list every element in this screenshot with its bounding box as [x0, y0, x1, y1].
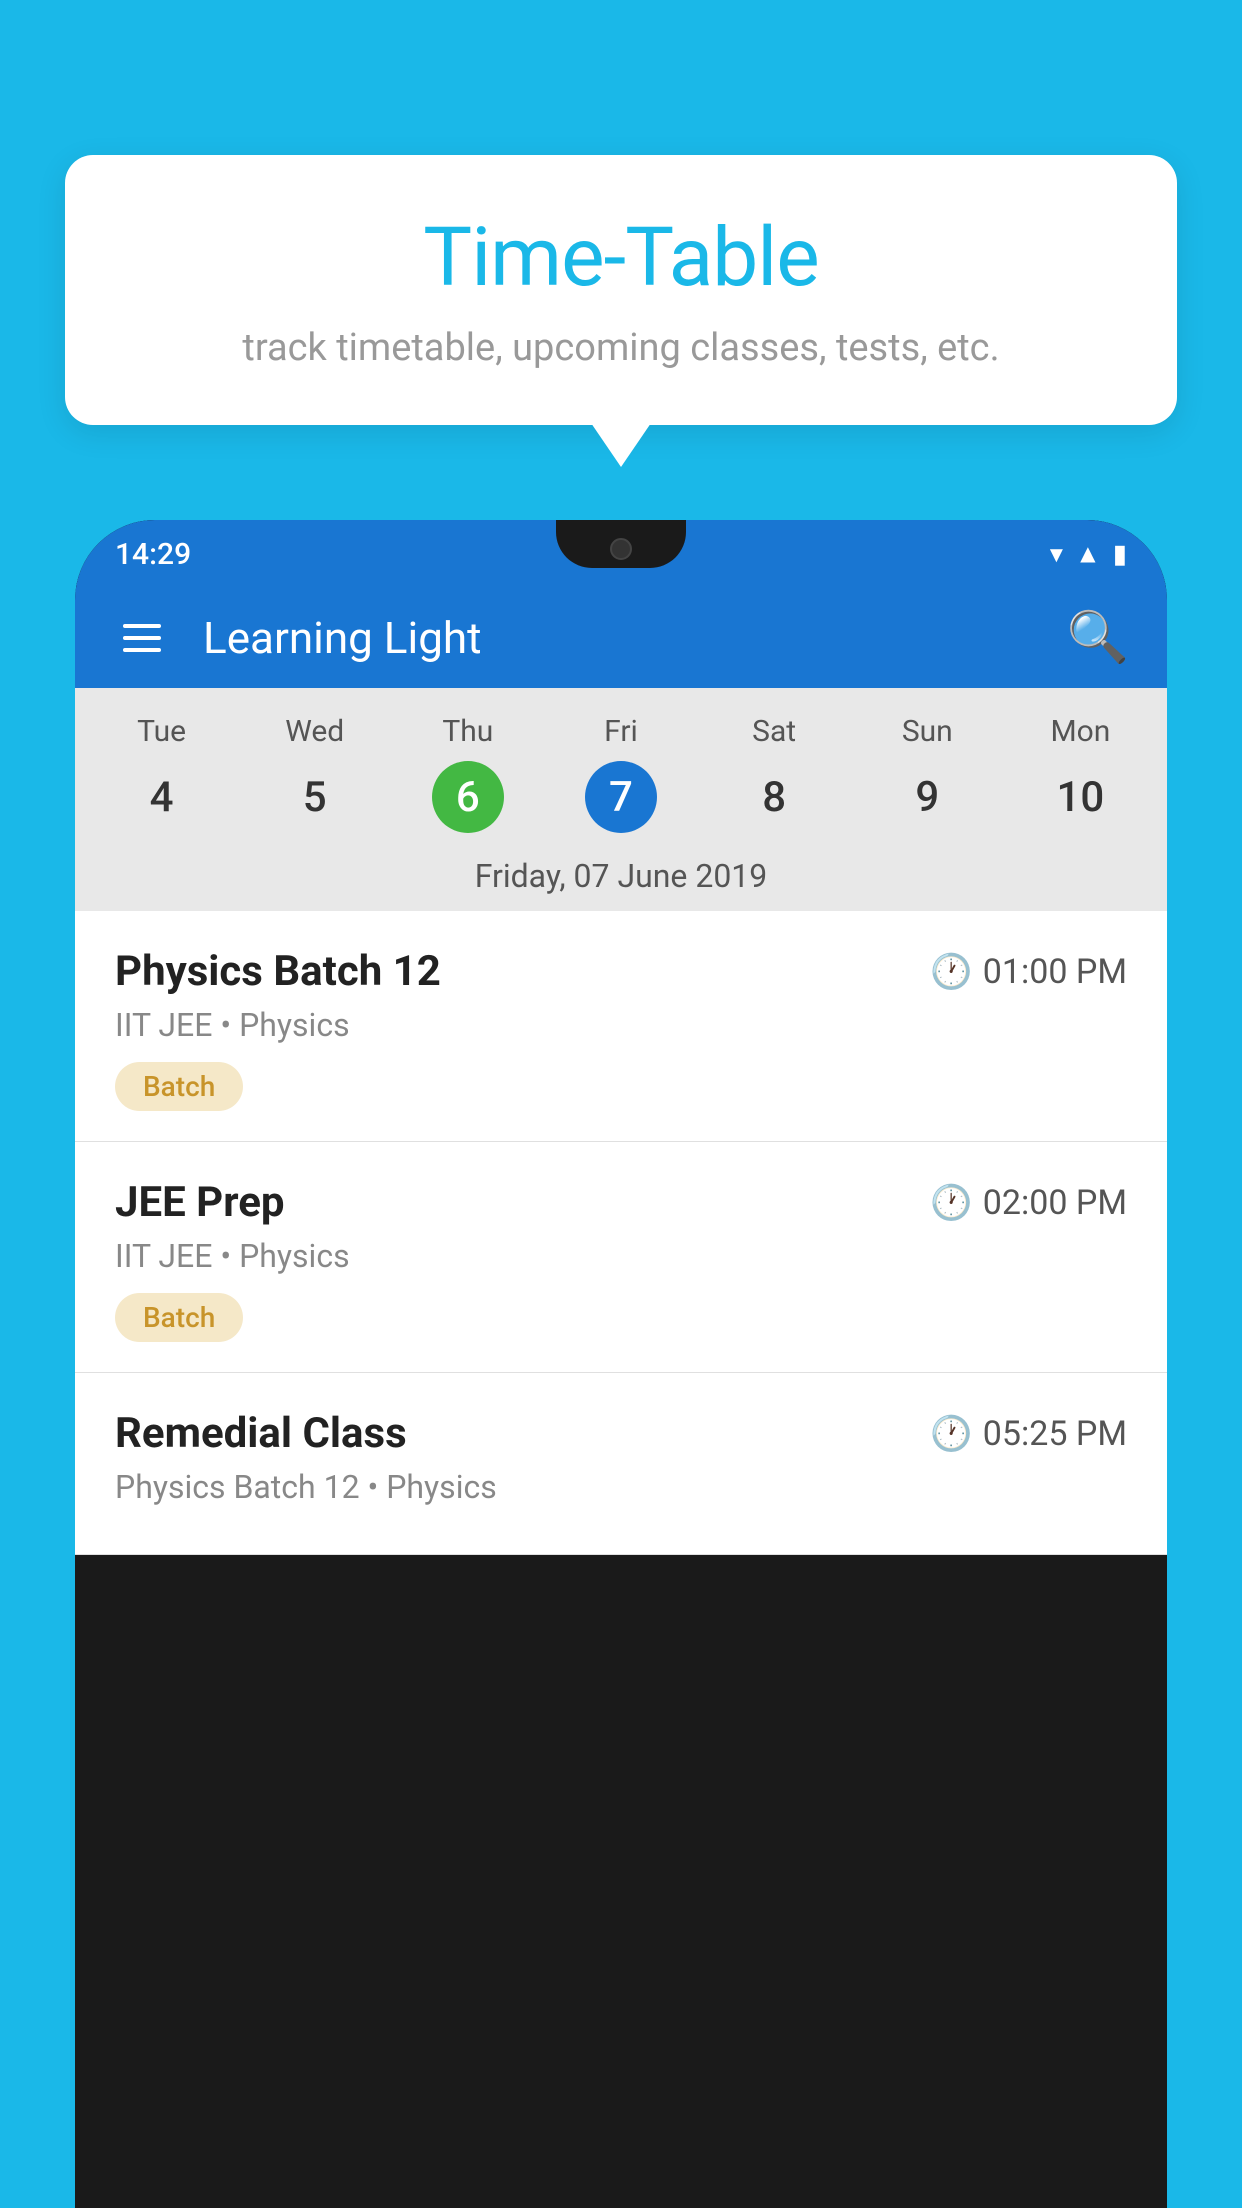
day-label-sun: Sun [851, 706, 1004, 757]
phone-frame: 14:29 ▾ ▲ ▮ Learning Light 🔍 Tue Wed Thu… [75, 520, 1167, 2208]
speech-bubble-card: Time-Table track timetable, upcoming cla… [65, 155, 1177, 425]
schedule-item-3-time: 🕐 05:25 PM [930, 1414, 1127, 1454]
schedule-item-2-title: JEE Prep [115, 1178, 285, 1227]
time-value-3: 05:25 PM [983, 1414, 1127, 1454]
date-9[interactable]: 9 [851, 761, 1004, 833]
schedule-item-1-header: Physics Batch 12 🕐 01:00 PM [115, 947, 1127, 996]
app-title: Learning Light [203, 612, 1067, 664]
day-labels-row: Tue Wed Thu Fri Sat Sun Mon [75, 706, 1167, 757]
calendar-header: Tue Wed Thu Fri Sat Sun Mon 4 5 6 7 8 9 … [75, 688, 1167, 911]
schedule-item-2-header: JEE Prep 🕐 02:00 PM [115, 1178, 1127, 1227]
front-camera [610, 538, 632, 560]
batch-badge-1: Batch [115, 1062, 243, 1111]
date-8[interactable]: 8 [698, 761, 851, 833]
status-icons: ▾ ▲ ▮ [1050, 539, 1127, 570]
time-value-1: 01:00 PM [983, 952, 1127, 992]
menu-button[interactable] [113, 614, 171, 662]
schedule-item-1-title: Physics Batch 12 [115, 947, 441, 996]
time-value-2: 02:00 PM [983, 1183, 1127, 1223]
wifi-icon: ▾ [1050, 539, 1063, 569]
menu-line-2 [123, 636, 161, 640]
day-label-thu: Thu [391, 706, 544, 757]
date-6-today[interactable]: 6 [432, 761, 504, 833]
day-label-sat: Sat [698, 706, 851, 757]
schedule-item-2[interactable]: JEE Prep 🕐 02:00 PM IIT JEE • Physics Ba… [75, 1142, 1167, 1373]
clock-icon-2: 🕐 [930, 1183, 972, 1223]
status-time: 14:29 [115, 537, 191, 572]
app-toolbar: Learning Light 🔍 [75, 588, 1167, 688]
menu-line-1 [123, 624, 161, 628]
date-10[interactable]: 10 [1004, 761, 1157, 833]
phone-top-bar: 14:29 ▾ ▲ ▮ [75, 520, 1167, 588]
clock-icon-3: 🕐 [930, 1414, 972, 1454]
selected-date-label: Friday, 07 June 2019 [75, 849, 1167, 911]
schedule-list: Physics Batch 12 🕐 01:00 PM IIT JEE • Ph… [75, 911, 1167, 1555]
day-label-mon: Mon [1004, 706, 1157, 757]
schedule-item-2-time: 🕐 02:00 PM [930, 1183, 1127, 1223]
battery-icon: ▮ [1113, 539, 1127, 569]
signal-icon: ▲ [1075, 539, 1101, 570]
date-5[interactable]: 5 [238, 761, 391, 833]
schedule-item-3-subtitle: Physics Batch 12 • Physics [115, 1468, 1127, 1506]
schedule-item-1-time: 🕐 01:00 PM [930, 952, 1127, 992]
clock-icon-1: 🕐 [930, 952, 972, 992]
date-7-selected[interactable]: 7 [585, 761, 657, 833]
schedule-item-3-title: Remedial Class [115, 1409, 407, 1458]
day-label-wed: Wed [238, 706, 391, 757]
card-subtitle: track timetable, upcoming classes, tests… [125, 326, 1117, 370]
schedule-item-1-subtitle: IIT JEE • Physics [115, 1006, 1127, 1044]
menu-line-3 [123, 648, 161, 652]
schedule-item-2-subtitle: IIT JEE • Physics [115, 1237, 1127, 1275]
search-button[interactable]: 🔍 [1067, 609, 1129, 667]
phone-notch [556, 520, 686, 568]
schedule-item-3[interactable]: Remedial Class 🕐 05:25 PM Physics Batch … [75, 1373, 1167, 1555]
schedule-item-1[interactable]: Physics Batch 12 🕐 01:00 PM IIT JEE • Ph… [75, 911, 1167, 1142]
schedule-item-3-header: Remedial Class 🕐 05:25 PM [115, 1409, 1127, 1458]
day-label-tue: Tue [85, 706, 238, 757]
batch-badge-2: Batch [115, 1293, 243, 1342]
day-label-fri: Fri [544, 706, 697, 757]
card-title: Time-Table [125, 210, 1117, 306]
day-numbers-row: 4 5 6 7 8 9 10 [75, 757, 1167, 849]
date-4[interactable]: 4 [85, 761, 238, 833]
